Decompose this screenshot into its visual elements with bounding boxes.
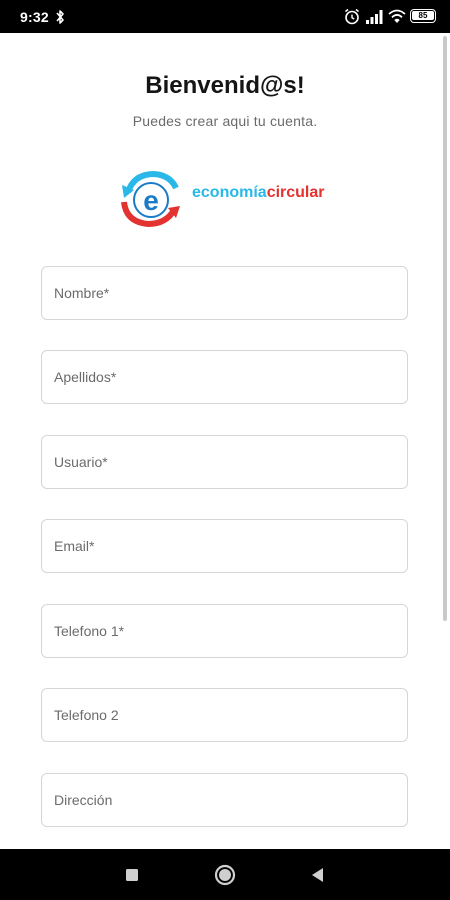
logo-mark-icon: e (121, 170, 180, 228)
page-title: Bienvenid@s! (145, 72, 305, 99)
direccion-field[interactable] (41, 773, 408, 827)
registration-screen: Bienvenid@s! Puedes crear aqui tu cuenta… (0, 33, 450, 849)
email-field[interactable] (41, 519, 408, 573)
telefono1-field[interactable] (41, 604, 408, 658)
apellidos-field[interactable] (41, 350, 408, 404)
battery-icon: 85 (410, 9, 436, 23)
telefono2-field[interactable] (41, 688, 408, 742)
signal-icon (366, 10, 383, 24)
status-bar: 9:32 85 (0, 0, 450, 33)
recents-square-icon[interactable] (119, 862, 145, 888)
system-nav-bar (0, 849, 450, 900)
status-icons: 85 (344, 8, 436, 26)
alarm-icon (345, 8, 359, 25)
telefono1-input[interactable] (42, 605, 374, 657)
economia-circular-logo: e economíacircular (118, 168, 338, 228)
page-subtitle: Puedes crear aqui tu cuenta. (132, 113, 318, 129)
back-triangle-icon[interactable] (305, 862, 331, 888)
usuario-field[interactable] (41, 435, 408, 489)
scrollbar[interactable] (443, 36, 447, 621)
svg-text:e: e (143, 185, 159, 216)
usuario-input[interactable] (42, 436, 374, 488)
logo-text-circular: circular (266, 184, 325, 201)
wifi-icon (388, 9, 406, 23)
logo-text: economíacircular (192, 184, 325, 202)
telefono2-input[interactable] (42, 689, 374, 741)
apellidos-input[interactable] (42, 351, 374, 403)
direccion-input[interactable] (42, 774, 374, 826)
home-circle-icon[interactable] (212, 862, 238, 888)
battery-level: 85 (412, 11, 434, 20)
logo-text-economia: economía (192, 184, 267, 201)
status-time: 9:32 (20, 9, 49, 25)
email-input[interactable] (42, 520, 374, 572)
nombre-field[interactable] (41, 266, 408, 320)
nombre-input[interactable] (42, 267, 374, 319)
bluetooth-icon (56, 10, 64, 24)
